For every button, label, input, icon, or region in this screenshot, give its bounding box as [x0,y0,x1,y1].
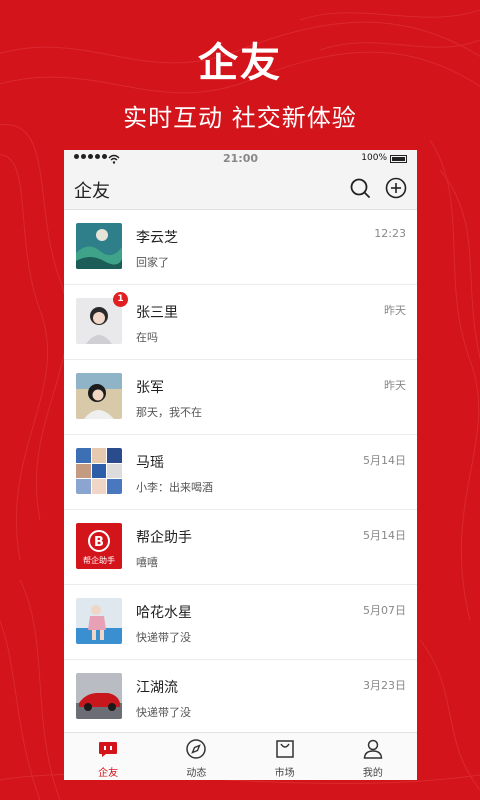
tab-bar: 企友 动态 市场 我的 [64,732,417,780]
car-photo [76,673,122,719]
contact-name: 马瑶 [136,455,164,471]
message-time: 3月23日 [363,679,406,692]
message-preview: 在吗 [136,331,158,344]
assistant-logo: B 帮企助手 [76,523,122,569]
assistant-logo-label: 帮企助手 [83,555,115,565]
message-preview: 嘻嘻 [136,556,158,569]
tab-label: 动态 [186,768,207,779]
message-preview: 快递带了没 [136,706,191,719]
group-photo [76,448,122,494]
svg-text:B: B [94,535,104,550]
contact-name: 江湖流 [136,680,178,696]
conversation-row[interactable]: B 帮企助手 帮企助手 嘻嘻 5月14日 [64,510,417,585]
avatar [76,598,122,644]
portrait-photo [76,598,122,644]
message-time: 5月07日 [363,604,406,617]
message-time: 12:23 [374,227,406,240]
avatar: 1 [76,292,128,344]
contact-name: 帮企助手 [136,530,192,546]
battery-percent: 100% [361,153,387,163]
tab-qiyou[interactable]: 企友 [64,733,152,780]
page-title: 企友 [74,181,110,202]
avatar [76,448,122,494]
message-time: 昨天 [384,379,406,392]
tab-label: 企友 [98,768,119,779]
conversation-row[interactable]: 马瑶 小李：出来喝酒 5月14日 [64,435,417,510]
conversation-row[interactable]: 李云芝 回家了 12:23 [64,210,417,285]
tab-label: 我的 [362,768,383,779]
compass-icon [186,739,207,759]
search-icon[interactable] [349,177,371,199]
battery-icon [390,155,407,163]
avatar [76,373,122,419]
message-time: 昨天 [384,304,406,317]
contact-name: 李云芝 [136,230,178,246]
contact-name: 张军 [136,380,164,396]
chat-bubble-icon [99,742,118,757]
avatar: B 帮企助手 [76,523,122,569]
message-preview: 回家了 [136,256,169,269]
nav-bar: 企友 [64,168,417,210]
tab-shichang[interactable]: 市场 [241,733,329,780]
tab-dongtai[interactable]: 动态 [152,733,240,780]
status-bar: 21:00 100% [64,150,417,168]
conversation-list: 李云芝 回家了 12:23 1 张三里 在吗 昨天 张军 那天，我不在 昨天 马… [64,210,417,735]
person-icon [363,739,383,759]
conversation-row[interactable]: 哈花水星 快递带了没 5月07日 [64,585,417,660]
message-preview: 快递带了没 [136,631,191,644]
unread-badge: 1 [113,292,128,307]
conversation-row[interactable]: 张军 那天，我不在 昨天 [64,360,417,435]
add-circle-icon[interactable] [385,177,407,199]
contact-name: 张三里 [136,305,178,321]
phone-screen: 21:00 100% 企友 李云芝 回家了 12:23 1 张三里 在吗 昨天 … [64,150,417,780]
message-preview: 那天，我不在 [136,406,202,419]
message-time: 5月14日 [363,454,406,467]
promo-title: 企友 [198,40,282,86]
avatar [76,673,122,719]
shopping-bag-icon [275,740,294,758]
tab-wode[interactable]: 我的 [329,733,417,780]
message-preview: 小李：出来喝酒 [136,481,213,494]
contact-name: 哈花水星 [136,605,192,621]
conversation-row[interactable]: 1 张三里 在吗 昨天 [64,285,417,360]
portrait-photo [76,373,122,419]
avatar [76,223,122,269]
tab-label: 市场 [274,768,295,779]
message-time: 5月14日 [363,529,406,542]
landscape-photo [76,223,122,269]
conversation-row[interactable]: 江湖流 快递带了没 3月23日 [64,660,417,735]
promo-subtitle: 实时互动 社交新体验 [123,104,357,132]
